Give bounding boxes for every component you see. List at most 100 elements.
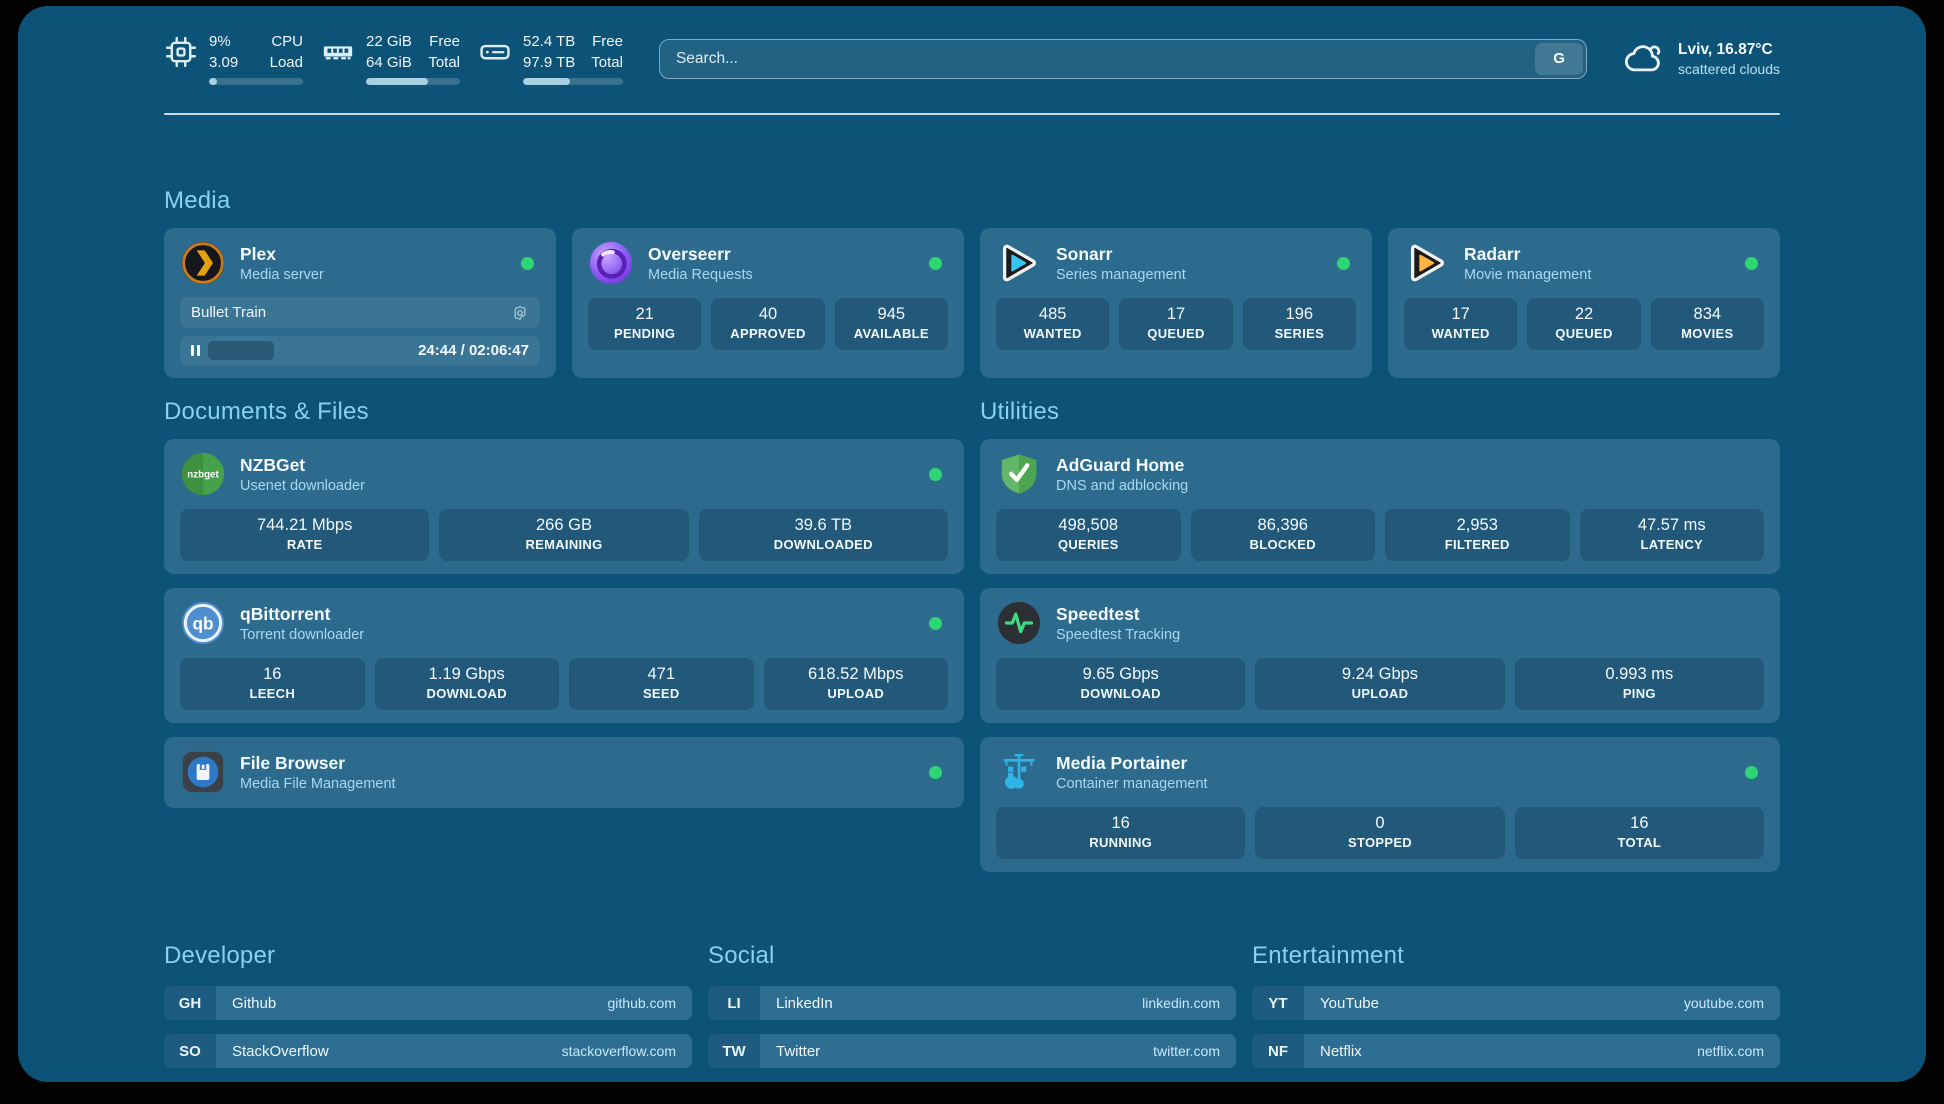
stat-label: SEED	[575, 686, 748, 701]
bookmark-stackoverflow[interactable]: SOStackOverflowstackoverflow.com	[164, 1034, 692, 1068]
stat-value: 945	[841, 305, 942, 324]
stat-value: 21	[594, 305, 695, 324]
stat-value: 744.21 Mbps	[186, 516, 423, 535]
status-indicator	[929, 257, 942, 270]
cpu-load-label: Load	[270, 53, 303, 74]
bookmark-youtube[interactable]: YTYouTubeyoutube.com	[1252, 986, 1780, 1020]
bookmark-name: LinkedIn	[776, 995, 833, 1012]
bookmark-group-title: Entertainment	[1252, 942, 1780, 970]
service-card-media-portainer[interactable]: Media PortainerContainer management16RUN…	[980, 737, 1780, 872]
service-name: File Browser	[240, 753, 396, 774]
qbittorrent-icon: qb	[180, 600, 226, 646]
stat-label: STOPPED	[1261, 835, 1498, 850]
stat-value: 471	[575, 665, 748, 684]
stat-download: 1.19 GbpsDOWNLOAD	[375, 658, 560, 710]
stat-blocked: 86,396BLOCKED	[1191, 509, 1376, 561]
bookmark-group-social: SocialLILinkedInlinkedin.comTWTwittertwi…	[708, 942, 1236, 1082]
service-description: Torrent downloader	[240, 627, 364, 643]
service-card-radarr[interactable]: RadarrMovie management17WANTED22QUEUED83…	[1388, 228, 1780, 378]
bookmark-twitter[interactable]: TWTwittertwitter.com	[708, 1034, 1236, 1068]
media-progress-bar[interactable]: 24:44 / 02:06:47	[180, 336, 540, 365]
stat-value: 86,396	[1197, 516, 1370, 535]
service-header: Media PortainerContainer management	[996, 749, 1764, 795]
search-input[interactable]	[659, 39, 1587, 79]
media-progress-fill	[208, 341, 274, 360]
search-provider-button[interactable]: G	[1535, 43, 1583, 75]
stat-upload: 618.52 MbpsUPLOAD	[764, 658, 949, 710]
bookmark-body: Netflixnetflix.com	[1304, 1034, 1780, 1068]
service-header: SonarrSeries management	[996, 240, 1356, 286]
service-stats: 21 PENDING 40APPROVED945AVAILABLE	[588, 298, 948, 350]
stat-upload: 9.24 GbpsUPLOAD	[1255, 658, 1504, 710]
radarr-icon	[1404, 240, 1450, 286]
bookmark-github[interactable]: GHGithubgithub.com	[164, 986, 692, 1020]
stat-movies: 834MOVIES	[1651, 298, 1764, 350]
bookmark-body: YouTubeyoutube.com	[1304, 986, 1780, 1020]
now-playing-bar[interactable]: Bullet Train	[180, 297, 540, 328]
bookmark-group-title: Developer	[164, 942, 692, 970]
section-title-documents: Documents & Files	[164, 398, 964, 426]
cpu-icon	[164, 35, 198, 69]
bookmark-name: Github	[232, 995, 276, 1012]
status-indicator	[1337, 257, 1350, 270]
stat-filtered: 2,953 FILTERED	[1385, 509, 1570, 561]
service-description: Movie management	[1464, 267, 1591, 283]
stat-value: 16	[186, 665, 359, 684]
stat-label: UPLOAD	[770, 686, 943, 701]
stat-value: 1.19 Gbps	[381, 665, 554, 684]
stat-value: 2,953	[1391, 516, 1564, 535]
cpu-label: CPU	[270, 32, 303, 53]
stat-label: PENDING	[594, 326, 695, 341]
svg-text:qb: qb	[192, 614, 213, 634]
speedtest-icon	[996, 600, 1042, 646]
service-card-qbittorrent[interactable]: qbqBittorrentTorrent downloader16LEECH1.…	[164, 588, 964, 723]
bookmark-abbr: NF	[1252, 1034, 1304, 1068]
cpu-usage: 9%	[209, 32, 238, 53]
disk-free: 52.4 TB	[523, 32, 575, 53]
utilities-card-stack: AdGuard HomeDNS and adblocking498,508QUE…	[980, 439, 1780, 872]
weather-widget[interactable]: Lviv, 16.87°C scattered clouds	[1623, 38, 1780, 80]
bookmarks-area: Developer GHGithubgithub.com SOStackOverfl…	[164, 942, 1780, 1082]
ram-icon	[321, 35, 355, 69]
bookmark-netflix[interactable]: NFNetflixnetflix.com	[1252, 1034, 1780, 1068]
stat-rate: 744.21 Mbps RATE	[180, 509, 429, 561]
disk-stats: 52.4 TB97.9 TB FreeTotal	[478, 32, 623, 85]
service-description: Media Requests	[648, 267, 753, 283]
service-stats: 17WANTED22QUEUED834MOVIES	[1404, 298, 1764, 350]
stat-approved: 40APPROVED	[711, 298, 824, 350]
ram-free-label: Free	[428, 32, 460, 53]
pause-icon[interactable]	[191, 345, 200, 356]
service-name: Radarr	[1464, 244, 1591, 265]
section-title-media: Media	[164, 187, 1780, 215]
stat-label: SERIES	[1249, 326, 1350, 341]
stat-available: 945AVAILABLE	[835, 298, 948, 350]
service-card-speedtest[interactable]: SpeedtestSpeedtest Tracking9.65 GbpsDOWN…	[980, 588, 1780, 723]
stat-value: 0	[1261, 814, 1498, 833]
stat-label: MOVIES	[1657, 326, 1758, 341]
stat-label: RATE	[186, 537, 423, 552]
stat-value: 47.57 ms	[1586, 516, 1759, 535]
service-card-file-browser[interactable]: File Browser Media File Management	[164, 737, 964, 808]
service-card-plex[interactable]: PlexMedia serverBullet Train24:44 / 02:0…	[164, 228, 556, 378]
dashboard: 9%3.09 CPULoad 22 GiB64 GiB FreeTotal	[18, 6, 1926, 1082]
service-header: SpeedtestSpeedtest Tracking	[996, 600, 1764, 646]
stat-label: FILTERED	[1391, 537, 1564, 552]
gear-icon[interactable]	[511, 304, 529, 322]
service-card-overseerr[interactable]: OverseerrMedia Requests21PENDING40APPROV…	[572, 228, 964, 378]
section-title-utilities: Utilities	[980, 398, 1780, 426]
bookmark-linkedin[interactable]: LILinkedInlinkedin.com	[708, 986, 1236, 1020]
service-card-adguard-home[interactable]: AdGuard HomeDNS and adblocking498,508QUE…	[980, 439, 1780, 574]
service-name: NZBGet	[240, 455, 365, 476]
bookmark-abbr: YT	[1252, 986, 1304, 1020]
stat-value: 485	[1002, 305, 1103, 324]
stat-ping: 0.993 msPING	[1515, 658, 1764, 710]
cpu-stats: 9%3.09 CPULoad	[164, 32, 303, 85]
bookmark-url: twitter.com	[1153, 1043, 1220, 1059]
ram-progress-bar	[366, 78, 460, 85]
service-description: Media File Management	[240, 776, 396, 792]
service-card-nzbget[interactable]: nzbgetNZBGetUsenet downloader744.21 Mbps…	[164, 439, 964, 574]
stat-label: QUEUED	[1533, 326, 1634, 341]
service-card-sonarr[interactable]: SonarrSeries management485WANTED17QUEUED…	[980, 228, 1372, 378]
stat-series: 196SERIES	[1243, 298, 1356, 350]
stat-label: QUERIES	[1002, 537, 1175, 552]
